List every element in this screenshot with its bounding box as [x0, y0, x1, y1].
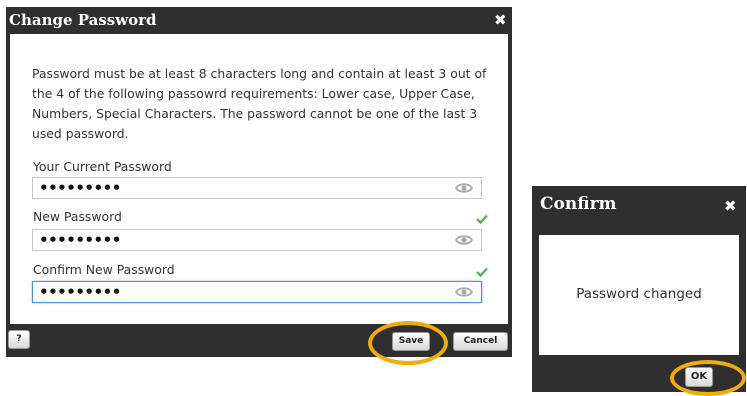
close-icon[interactable]: ✖ — [724, 198, 737, 214]
close-icon[interactable]: ✖ — [494, 12, 507, 28]
confirm-dialog: Confirm ✖ Password changed OK — [532, 186, 746, 392]
confirm-password-label: Confirm New Password — [33, 262, 175, 277]
confirm-dialog-body: Password changed — [539, 235, 739, 355]
confirm-password-value: ••••••••• — [39, 283, 121, 301]
dialog-body: Password must be at least 8 characters l… — [10, 34, 508, 324]
cancel-button[interactable]: Cancel — [453, 332, 508, 351]
current-password-value: ••••••••• — [39, 179, 121, 197]
confirm-password-field[interactable]: ••••••••• — [32, 281, 482, 303]
confirm-message: Password changed — [576, 286, 702, 302]
confirm-dialog-title: Confirm — [540, 194, 617, 214]
new-password-value: ••••••••• — [39, 231, 121, 249]
checkmark-icon — [476, 214, 488, 224]
current-password-field[interactable]: ••••••••• — [32, 177, 482, 199]
eye-icon[interactable] — [455, 285, 473, 299]
help-button[interactable]: ? — [8, 330, 30, 349]
eye-icon[interactable] — [455, 233, 473, 247]
ok-button[interactable]: OK — [685, 367, 713, 387]
new-password-label: New Password — [33, 209, 122, 224]
current-password-label: Your Current Password — [33, 159, 172, 174]
password-requirements-text: Password must be at least 8 characters l… — [32, 66, 487, 141]
save-button[interactable]: Save — [392, 332, 430, 351]
dialog-title: Change Password — [9, 11, 157, 29]
eye-icon[interactable] — [455, 181, 473, 195]
checkmark-icon — [476, 267, 488, 277]
change-password-dialog: Change Password ✖ Password must be at le… — [6, 7, 512, 357]
new-password-field[interactable]: ••••••••• — [32, 229, 482, 251]
